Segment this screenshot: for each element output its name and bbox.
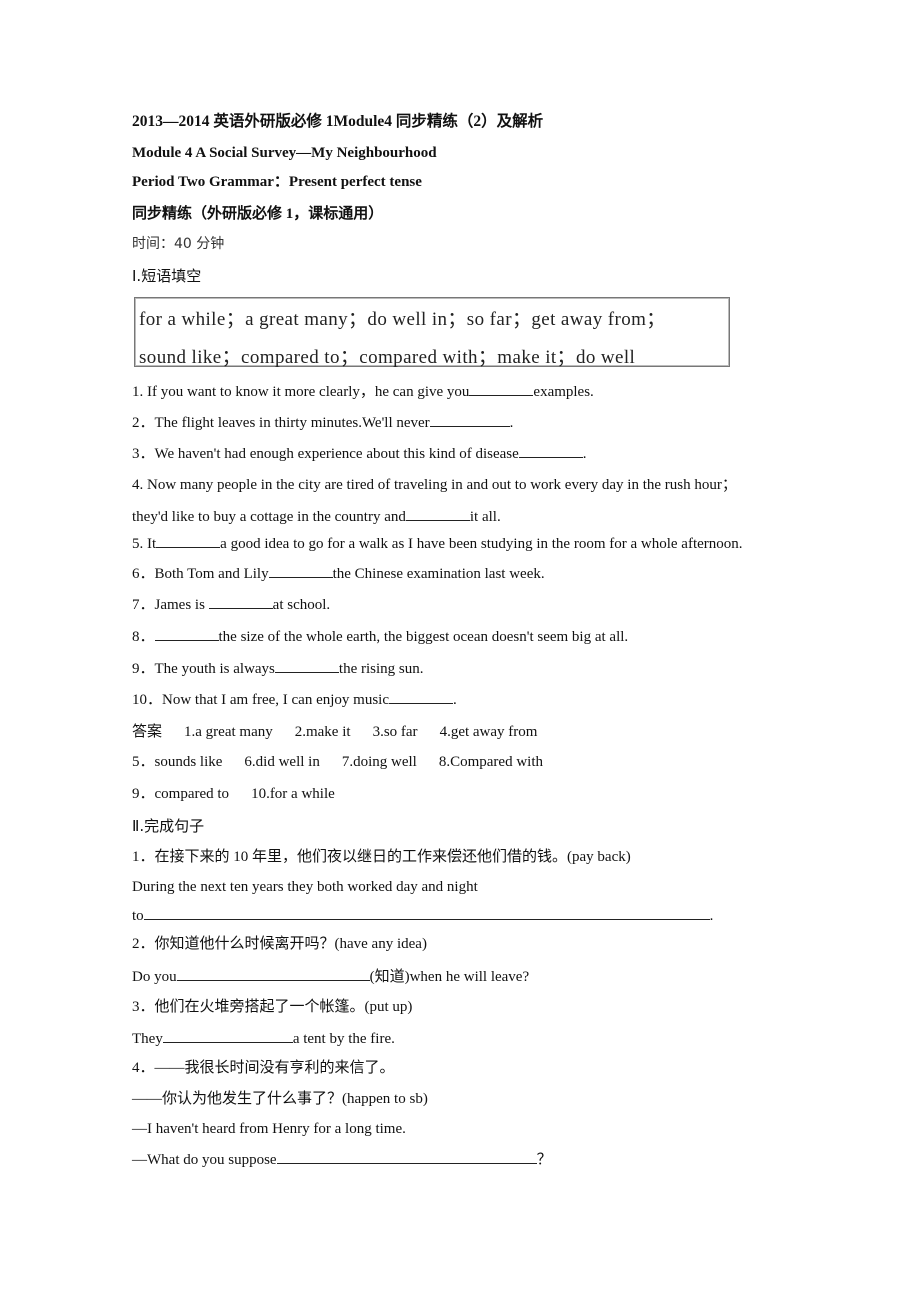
answer-blank bbox=[389, 689, 453, 704]
section1-heading: Ⅰ.短语填空 bbox=[132, 267, 202, 285]
question-text: 9．The youth is always bbox=[132, 661, 275, 677]
question-9: 9．The youth is always the rising sun. bbox=[132, 658, 424, 679]
document-title: 2013—2014 英语外研版必修 1Module4 同步精练（2）及解析 bbox=[132, 113, 544, 130]
question-text: a tent by the fire. bbox=[292, 1031, 395, 1047]
answer-item: 6.did well in bbox=[244, 754, 320, 770]
answers-row-2: 5．sounds like 6.did well in 7.doing well 8.… bbox=[132, 752, 543, 772]
section2-heading: Ⅱ.完成句子 bbox=[132, 817, 205, 835]
answers-row-1: 答案 1.a great many 2.make it 3.so far 4.get a… bbox=[132, 721, 537, 742]
question-text: . bbox=[709, 908, 714, 924]
sentence-1-prompt: 1．在接下来的 10 年里，他们夜以继日的工作来偿还他们借的钱。(pay bac… bbox=[132, 849, 631, 865]
sentence-4-prompt-1: 4．——我很长时间没有亨利的来信了。 bbox=[132, 1060, 395, 1076]
question-text: . bbox=[453, 692, 457, 708]
answer-item: 8.Compared with bbox=[438, 754, 543, 770]
answer-blank bbox=[469, 381, 534, 396]
question-text: the Chinese examination last week. bbox=[332, 566, 545, 582]
question-text: 1. If you want to know it more clearly，h… bbox=[132, 384, 470, 400]
answer-blank bbox=[143, 905, 710, 920]
answer-item: 1.a great many bbox=[184, 724, 273, 740]
question-text: (知道)when he will leave? bbox=[369, 969, 530, 985]
question-3: 3．We haven't had enough experience about… bbox=[132, 443, 587, 464]
sentence-4-answer-line: —What do you suppose ？ bbox=[132, 1149, 552, 1170]
question-5: 5. It a good idea to go for a walk as I h… bbox=[132, 533, 743, 554]
question-4-line-1: 4. Now many people in the city are tired… bbox=[132, 475, 737, 495]
question-text: 2．The flight leaves in thirty minutes.We… bbox=[132, 415, 430, 431]
question-text: . bbox=[509, 415, 514, 431]
sentence-2-answer-line: Do you (知道)when he will leave? bbox=[132, 966, 529, 987]
answer-blank bbox=[162, 1028, 293, 1043]
question-text: ？ bbox=[536, 1152, 552, 1168]
question-text: 6．Both Tom and Lily bbox=[132, 566, 269, 582]
question-text: 7．James is bbox=[132, 597, 209, 613]
phrase-line-1: for a while；a great many；do well in；so f… bbox=[139, 309, 666, 330]
answer-item: 4.get away from bbox=[439, 724, 538, 740]
answer-item: 5．sounds like bbox=[132, 754, 223, 770]
answer-blank bbox=[176, 966, 370, 981]
question-4-line-2: they'd like to buy a cottage in the coun… bbox=[132, 506, 501, 527]
answer-blank bbox=[518, 443, 583, 458]
question-text: to bbox=[132, 908, 144, 924]
time-limit: 时间：40 分钟 bbox=[132, 236, 225, 252]
question-8: 8． the size of the whole earth, the bigge… bbox=[132, 626, 628, 647]
question-7: 7．James is at school. bbox=[132, 594, 330, 615]
answer-blank bbox=[156, 533, 221, 548]
question-text: 3．We haven't had enough experience about… bbox=[132, 446, 519, 462]
question-text: the size of the whole earth, the biggest… bbox=[218, 629, 629, 645]
sentence-4-prompt-2: ——你认为他发生了什么事了？(happen to sb) bbox=[132, 1091, 428, 1107]
question-text: 8． bbox=[132, 629, 155, 645]
answer-item: 2.make it bbox=[294, 724, 351, 740]
question-text: a good idea to go for a walk as I have b… bbox=[220, 536, 743, 552]
sentence-4-dialog-1: —I haven't heard from Henry for a long t… bbox=[132, 1121, 406, 1137]
answer-blank bbox=[154, 626, 219, 641]
answer-blank bbox=[276, 1149, 537, 1164]
question-6: 6．Both Tom and Lily the Chinese examinati… bbox=[132, 563, 545, 584]
phrase-box: for a while；a great many；do well in；so f… bbox=[134, 297, 730, 368]
question-2: 2．The flight leaves in thirty minutes.We… bbox=[132, 412, 513, 433]
answers-label: 答案 bbox=[132, 722, 163, 740]
sentence-3-prompt: 3．他们在火堆旁搭起了一个帐篷。(put up) bbox=[132, 999, 413, 1015]
module-title: Module 4 A Social Survey—My Neighbourhoo… bbox=[132, 145, 437, 161]
question-text: 10．Now that I am free, I can enjoy music bbox=[132, 692, 389, 708]
answer-blank bbox=[274, 658, 339, 673]
answer-item: 10.for a while bbox=[251, 786, 335, 802]
question-text: the rising sun. bbox=[338, 661, 424, 677]
question-text: examples. bbox=[533, 384, 594, 400]
question-text: at school. bbox=[272, 597, 331, 613]
question-text: 5. It bbox=[132, 536, 157, 552]
sentence-1-answer-line: to. bbox=[132, 905, 713, 926]
answers-row-3: 9．compared to 10.for a while bbox=[132, 784, 335, 804]
answer-item: 7.doing well bbox=[341, 754, 417, 770]
period-title: Period Two Grammar：Present perfect tense bbox=[132, 174, 422, 190]
answer-blank bbox=[405, 506, 470, 521]
question-text: —What do you suppose bbox=[132, 1152, 277, 1168]
phrase-line-2: sound like；compared to；compared with；mak… bbox=[139, 347, 636, 368]
answer-item: 3.so far bbox=[372, 724, 418, 740]
answer-item: 9．compared to bbox=[132, 786, 230, 802]
question-text: 4. Now many people in the city are tired… bbox=[132, 477, 737, 493]
question-text: it all. bbox=[469, 509, 501, 525]
sentence-3-answer-line: They a tent by the fire. bbox=[132, 1028, 395, 1049]
subtitle: 同步精练（外研版必修 1，课标通用） bbox=[132, 206, 384, 222]
answer-blank bbox=[208, 594, 273, 609]
question-text: they'd like to buy a cottage in the coun… bbox=[132, 509, 406, 525]
question-text: They bbox=[132, 1031, 163, 1047]
question-text: . bbox=[582, 446, 587, 462]
question-1: 1. If you want to know it more clearly，h… bbox=[132, 381, 594, 402]
answer-blank bbox=[429, 412, 510, 427]
sentence-2-prompt: 2．你知道他什么时候离开吗？(have any idea) bbox=[132, 936, 427, 952]
answer-blank bbox=[268, 563, 333, 578]
sentence-1-text: During the next ten years they both work… bbox=[132, 879, 478, 895]
question-text: Do you bbox=[132, 969, 177, 985]
question-10: 10．Now that I am free, I can enjoy music… bbox=[132, 689, 457, 710]
